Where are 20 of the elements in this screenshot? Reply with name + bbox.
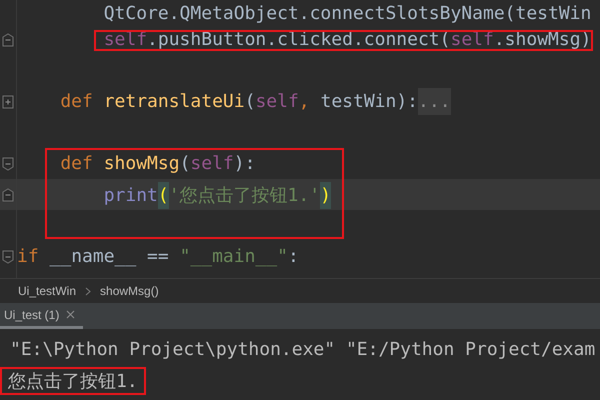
code-line: QtCore.QMetaObject.connectSlotsByName(testWin [104, 3, 592, 24]
code-editor[interactable]: QtCore.QMetaObject.connectSlotsByName(testWin self.pushButton.clicked.connect(self.showMsg) def retranslateUi(self, testWin):... def showMsg(self): print('您点击了按钮1.') if __name__ == "__main__": [0, 0, 600, 278]
close-icon[interactable] [66, 310, 76, 319]
collapse-fold-icon[interactable] [2, 250, 14, 264]
collapse-fold-icon[interactable] [2, 188, 14, 202]
console-line: "E:\Python Project\python.exe" "E:/Python Project/exam [9, 338, 596, 360]
collapse-fold-icon[interactable] [2, 156, 14, 170]
code-line: def showMsg(self): [60, 153, 256, 174]
matched-bracket: ) [320, 182, 331, 208]
code-line: def retranslateUi(self, testWin):... [60, 91, 451, 112]
expand-fold-icon[interactable] [2, 94, 14, 108]
collapse-fold-icon[interactable] [2, 32, 14, 46]
breadcrumb-item[interactable]: showMsg() [100, 284, 159, 298]
code-line: print('您点击了按钮1.') [104, 182, 331, 206]
matched-bracket: ( [158, 182, 169, 208]
chevron-right-icon [85, 286, 92, 296]
folded-code-marker: ... [418, 88, 451, 115]
breadcrumb-item[interactable]: Ui_testWin [18, 284, 76, 298]
code-line: self.pushButton.clicked.connect(self.showMsg) [104, 29, 592, 50]
code-line: if __name__ == "__main__": [17, 246, 299, 267]
